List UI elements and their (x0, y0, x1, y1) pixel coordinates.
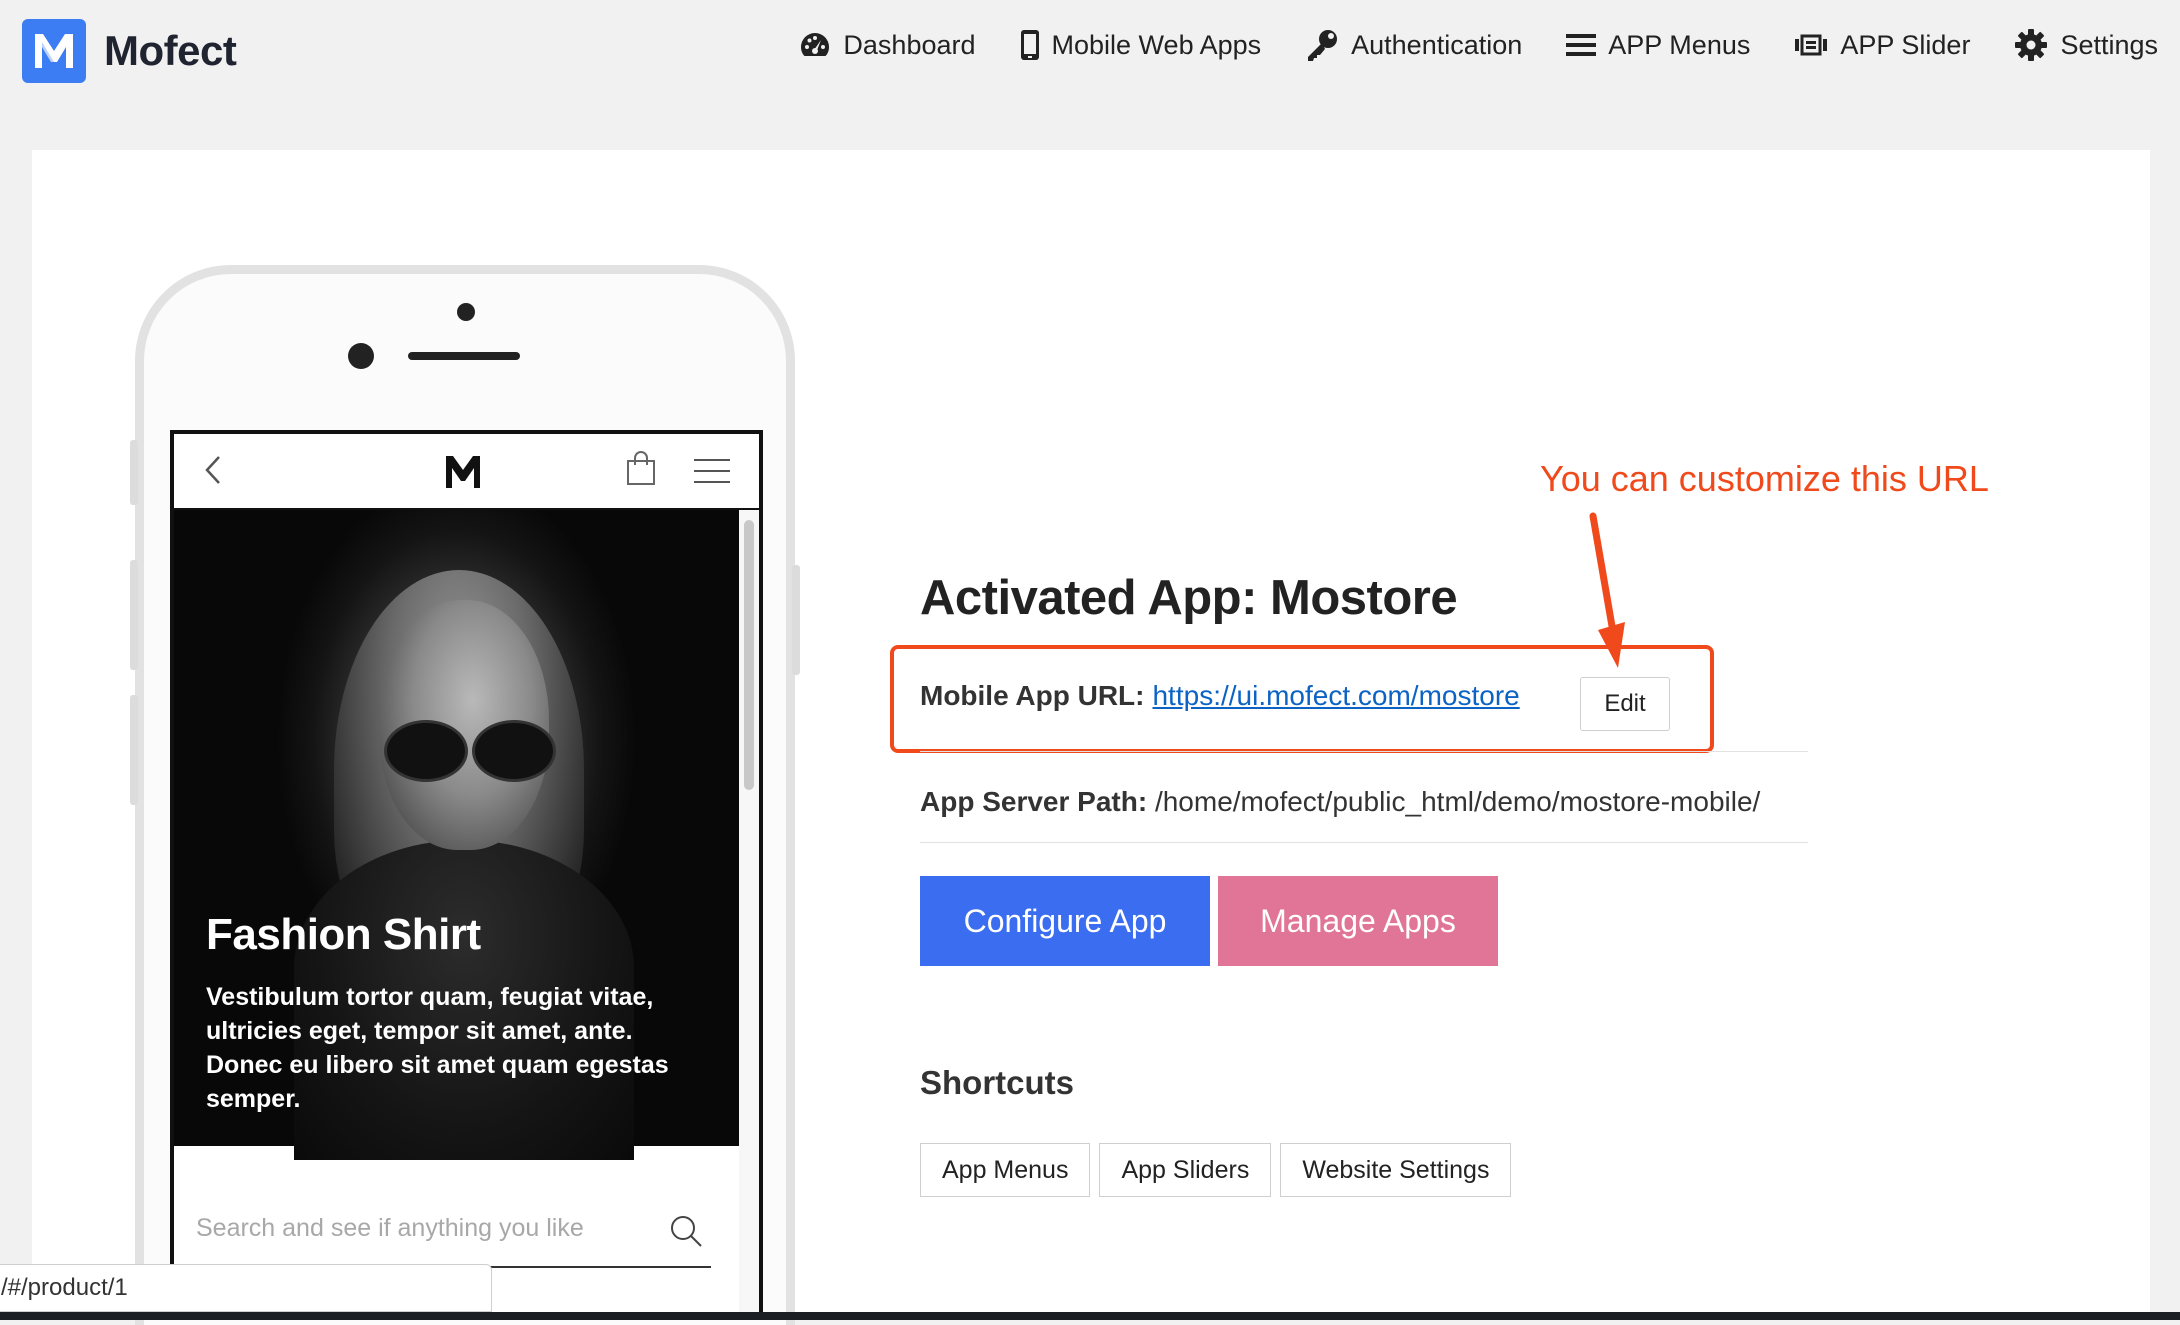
main-nav: Dashboard Mobile Web Apps Authentication (799, 28, 2158, 62)
top-navigation: Mofect Dashboard Mobile Web Apps Authent… (0, 0, 2180, 110)
gear-icon (2015, 29, 2048, 61)
scrollbar-thumb[interactable] (744, 520, 754, 790)
m-logo-icon (35, 34, 73, 68)
key-icon (1308, 30, 1338, 61)
nav-label: APP Menus (1608, 29, 1751, 60)
brand[interactable]: Mofect (22, 19, 237, 83)
shortcuts-heading: Shortcuts (920, 1064, 1075, 1101)
hero-banner[interactable]: Fashion Shirt Vestibulum tortor quam, fe… (174, 510, 739, 1160)
hero-text: Vestibulum tortor quam, feugiat vitae, u… (206, 983, 669, 1113)
configure-app-button[interactable]: Configure App (920, 876, 1210, 966)
edit-url-button[interactable]: Edit (1580, 677, 1670, 731)
phone-side-button (792, 565, 800, 675)
status-bar-url: /#/product/1 (0, 1264, 492, 1312)
nav-label: Dashboard (843, 29, 976, 60)
shortcut-app-sliders-button[interactable]: App Sliders (1099, 1143, 1272, 1197)
annotation-note: You can customize this URL (1540, 458, 1989, 499)
nav-dashboard[interactable]: Dashboard (799, 29, 976, 61)
path-value: /home/mofect/public_html/demo/mostore-mo… (1154, 786, 1761, 817)
phone-side-button (130, 695, 138, 805)
back-arrow-icon[interactable] (204, 454, 222, 486)
search-input[interactable]: Search and see if anything you like (196, 1214, 584, 1243)
hamburger-menu-icon[interactable] (694, 458, 730, 484)
phone-screen: Fashion Shirt Vestibulum tortor quam, fe… (170, 430, 763, 1320)
app-url-link[interactable]: https://ui.mofect.com/mostore (1152, 680, 1519, 712)
phone-sensor (348, 343, 374, 369)
sunglasses (472, 720, 556, 782)
phone-side-button (130, 560, 138, 670)
app-logo-icon[interactable] (444, 454, 482, 490)
nav-label: Mobile Web Apps (1051, 29, 1262, 60)
url-label: Mobile App URL: (920, 680, 1145, 711)
nav-authentication[interactable]: Authentication (1305, 28, 1522, 62)
manage-apps-button[interactable]: Manage Apps (1218, 876, 1498, 966)
shortcut-app-menus-button[interactable]: App Menus (920, 1143, 1091, 1197)
mobile-app-url-row: Mobile App URL: https://ui.mofect.com/mo… (920, 680, 1520, 712)
brand-logo (22, 19, 86, 83)
shortcut-website-settings-button[interactable]: Website Settings (1280, 1143, 1512, 1197)
nav-app-menus[interactable]: APP Menus (1566, 30, 1750, 61)
divider (920, 842, 1808, 843)
nav-app-slider[interactable]: APP Slider (1794, 30, 1970, 61)
server-path-row: App Server Path: /home/mofect/public_htm… (920, 786, 1760, 818)
nav-label: Settings (2060, 29, 2158, 60)
mobile-icon (1020, 30, 1039, 60)
menu-icon (1566, 34, 1597, 56)
hero-title: Fashion Shirt (206, 910, 481, 959)
shortcuts-list: App Menus App Sliders Website Settings (920, 1143, 1512, 1197)
app-header (174, 434, 759, 510)
phone-speaker (408, 352, 520, 360)
nav-settings[interactable]: Settings (2014, 28, 2158, 62)
brand-name: Mofect (104, 27, 237, 74)
phone-front-camera (457, 303, 475, 321)
page-title: Activated App: Mostore (920, 571, 1458, 625)
shopping-bag-icon[interactable] (626, 450, 656, 486)
nav-label: Authentication (1351, 29, 1523, 60)
divider (920, 751, 1808, 752)
nav-label: APP Slider (1840, 29, 1971, 60)
path-label: App Server Path: (920, 786, 1148, 817)
dashboard-icon (801, 33, 830, 56)
phone-side-button (130, 440, 138, 505)
window-bottom-edge (0, 1312, 2180, 1320)
sunglasses (384, 720, 468, 782)
search-icon[interactable] (669, 1214, 703, 1248)
slider-icon (1795, 34, 1828, 56)
nav-mobile-web-apps[interactable]: Mobile Web Apps (1020, 29, 1262, 61)
